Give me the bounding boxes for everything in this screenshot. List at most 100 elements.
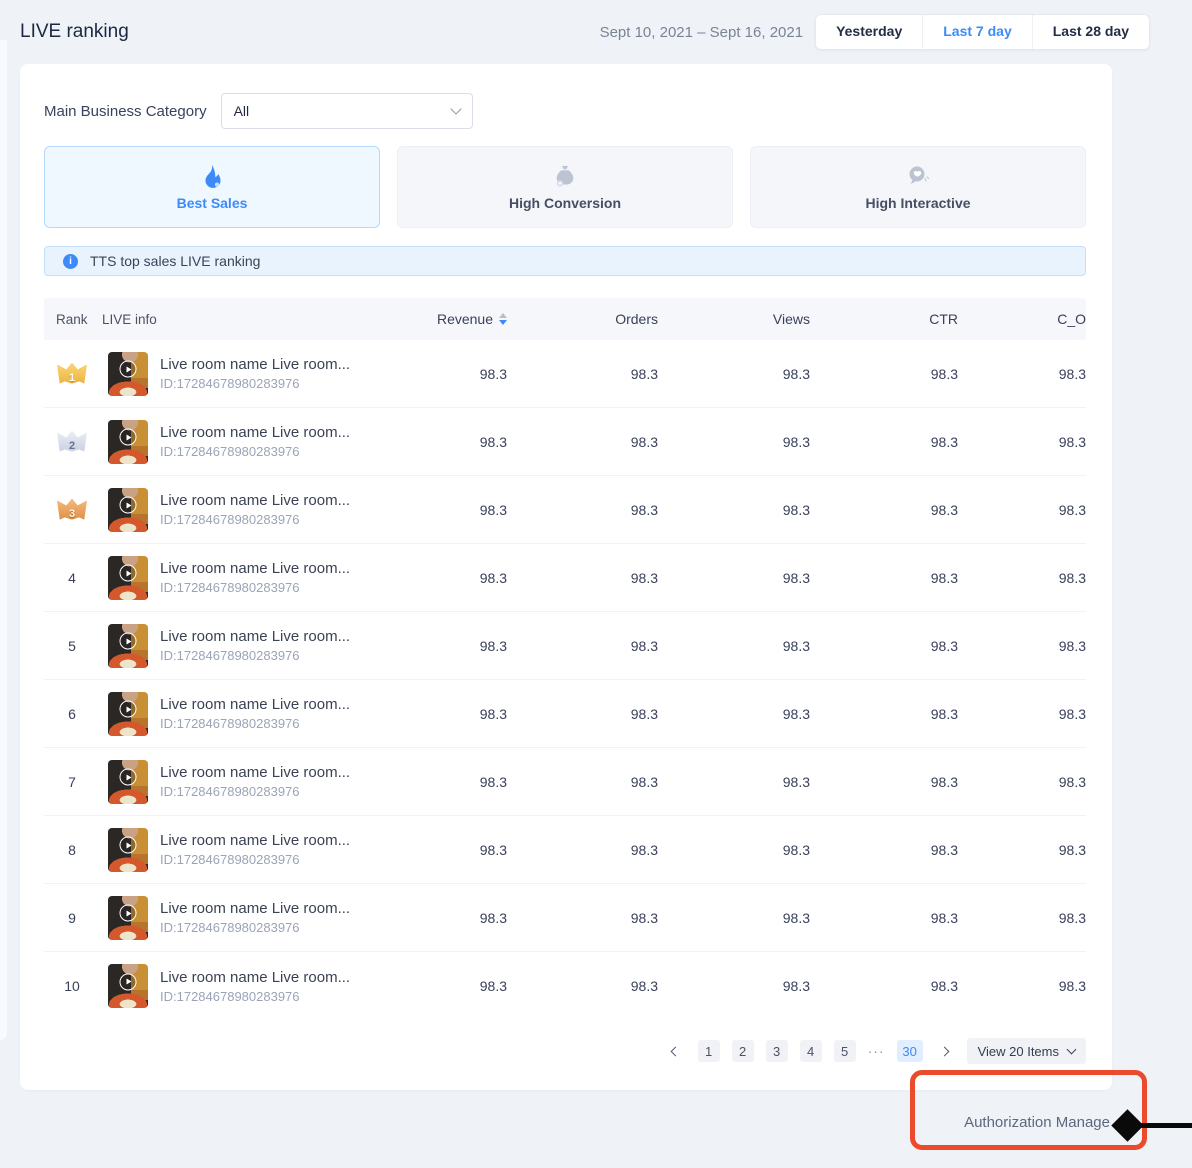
rank-number: 6 xyxy=(68,706,76,722)
play-icon xyxy=(120,769,137,786)
page-button-5[interactable]: 5 xyxy=(834,1040,856,1062)
live-room-id: ID:17284678980283976 xyxy=(160,989,350,1004)
range-button-yesterday[interactable]: Yesterday xyxy=(816,15,922,49)
page-button-4[interactable]: 4 xyxy=(800,1040,822,1062)
chevron-left-icon xyxy=(671,1046,681,1056)
category-select[interactable]: All xyxy=(221,93,473,129)
tab-high-interactive[interactable]: High Interactive xyxy=(750,146,1086,228)
live-thumbnail[interactable] xyxy=(108,556,148,600)
table-row[interactable]: 10 Live room name Live room... ID:172846… xyxy=(44,952,1086,1020)
footer: Authorization Manage xyxy=(0,1090,1192,1154)
c-o-value: 98.3 xyxy=(962,638,1086,654)
rank-number: 4 xyxy=(68,570,76,586)
table-row[interactable]: 4 Live room name Live room... ID:1728467… xyxy=(44,544,1086,612)
rank-medal: 7 xyxy=(56,769,88,795)
next-page-button[interactable] xyxy=(935,1040,955,1062)
play-icon xyxy=(120,429,137,446)
table-row[interactable]: 3 Live room name Live room... ID:1728467… xyxy=(44,476,1086,544)
views-value: 98.3 xyxy=(662,570,814,586)
live-room-id: ID:17284678980283976 xyxy=(160,444,350,459)
ranking-table: Rank LIVE info Revenue Orders Views CTR … xyxy=(44,298,1086,1020)
ctr-value: 98.3 xyxy=(814,910,962,926)
live-room-title[interactable]: Live room name Live room... xyxy=(160,696,350,713)
table-row[interactable]: 2 Live room name Live room... ID:1728467… xyxy=(44,408,1086,476)
live-room-title[interactable]: Live room name Live room... xyxy=(160,356,350,373)
live-thumbnail[interactable] xyxy=(108,420,148,464)
rank-number: 3 xyxy=(69,508,75,520)
live-room-title[interactable]: Live room name Live room... xyxy=(160,832,350,849)
live-thumbnail[interactable] xyxy=(108,964,148,1008)
live-thumbnail[interactable] xyxy=(108,352,148,396)
rank-number: 8 xyxy=(68,842,76,858)
pagination-ellipsis: ··· xyxy=(868,1043,885,1059)
rank-medal: 5 xyxy=(56,633,88,659)
live-room-title[interactable]: Live room name Live room... xyxy=(160,764,350,781)
range-button-last-28-day[interactable]: Last 28 day xyxy=(1032,15,1149,49)
live-room-id: ID:17284678980283976 xyxy=(160,512,350,527)
page-button-current[interactable]: 30 xyxy=(897,1040,923,1062)
column-header-orders: Orders xyxy=(511,311,662,327)
category-filter-label: Main Business Category xyxy=(44,103,207,120)
live-thumbnail[interactable] xyxy=(108,624,148,668)
tab-high-conversion[interactable]: High Conversion xyxy=(397,146,733,228)
live-room-title[interactable]: Live room name Live room... xyxy=(160,900,350,917)
live-thumbnail[interactable] xyxy=(108,896,148,940)
rank-number: 1 xyxy=(69,372,75,384)
sort-carets-icon[interactable] xyxy=(499,313,507,325)
page-size-select[interactable]: View 20 Items xyxy=(967,1038,1086,1064)
live-room-title[interactable]: Live room name Live room... xyxy=(160,560,350,577)
live-room-id: ID:17284678980283976 xyxy=(160,716,350,731)
table-row[interactable]: 8 Live room name Live room... ID:1728467… xyxy=(44,816,1086,884)
table-row[interactable]: 7 Live room name Live room... ID:1728467… xyxy=(44,748,1086,816)
rank-medal: 2 xyxy=(56,429,88,455)
rank-medal: 1 xyxy=(56,361,88,387)
live-thumbnail[interactable] xyxy=(108,760,148,804)
revenue-value: 98.3 xyxy=(420,434,511,450)
rank-medal: 3 xyxy=(56,497,88,523)
live-room-title[interactable]: Live room name Live room... xyxy=(160,628,350,645)
ctr-value: 98.3 xyxy=(814,434,962,450)
page-button-2[interactable]: 2 xyxy=(732,1040,754,1062)
rank-medal: 10 xyxy=(56,973,88,999)
play-icon xyxy=(120,361,137,378)
ctr-value: 98.3 xyxy=(814,842,962,858)
page-button-3[interactable]: 3 xyxy=(766,1040,788,1062)
ranking-card: Main Business Category All Best Sales Hi… xyxy=(20,64,1112,1090)
live-thumbnail[interactable] xyxy=(108,828,148,872)
live-thumbnail[interactable] xyxy=(108,488,148,532)
top-bar: LIVE ranking Sept 10, 2021 – Sept 16, 20… xyxy=(0,0,1192,50)
page-size-label: View 20 Items xyxy=(978,1044,1059,1059)
orders-value: 98.3 xyxy=(511,978,662,994)
live-room-id: ID:17284678980283976 xyxy=(160,920,350,935)
chevron-down-icon xyxy=(450,103,461,114)
authorization-manage-link[interactable]: Authorization Manage xyxy=(964,1114,1110,1131)
c-o-value: 98.3 xyxy=(962,774,1086,790)
views-value: 98.3 xyxy=(662,910,814,926)
table-row[interactable]: 5 Live room name Live room... ID:1728467… xyxy=(44,612,1086,680)
c-o-value: 98.3 xyxy=(962,502,1086,518)
orders-value: 98.3 xyxy=(511,502,662,518)
page-button-1[interactable]: 1 xyxy=(698,1040,720,1062)
live-room-title[interactable]: Live room name Live room... xyxy=(160,424,350,441)
date-range-button-group: Yesterday Last 7 day Last 28 day xyxy=(815,14,1150,50)
table-row[interactable]: 6 Live room name Live room... ID:1728467… xyxy=(44,680,1086,748)
table-row[interactable]: 1 Live room name Live room... ID:1728467… xyxy=(44,340,1086,408)
live-room-title[interactable]: Live room name Live room... xyxy=(160,492,350,509)
table-row[interactable]: 9 Live room name Live room... ID:1728467… xyxy=(44,884,1086,952)
ranking-type-tabs: Best Sales High Conversion High Interact… xyxy=(44,146,1086,228)
column-header-revenue[interactable]: Revenue xyxy=(420,311,511,327)
c-o-value: 98.3 xyxy=(962,434,1086,450)
live-room-title[interactable]: Live room name Live room... xyxy=(160,969,350,986)
orders-value: 98.3 xyxy=(511,910,662,926)
ctr-value: 98.3 xyxy=(814,706,962,722)
revenue-value: 98.3 xyxy=(420,706,511,722)
live-thumbnail[interactable] xyxy=(108,692,148,736)
previous-page-button[interactable] xyxy=(666,1040,686,1062)
page-number-list: 12345 xyxy=(698,1040,856,1062)
range-button-last-7-day[interactable]: Last 7 day xyxy=(922,15,1031,49)
views-value: 98.3 xyxy=(662,366,814,382)
views-value: 98.3 xyxy=(662,774,814,790)
category-select-value: All xyxy=(234,103,452,119)
tab-best-sales[interactable]: Best Sales xyxy=(44,146,380,228)
orders-value: 98.3 xyxy=(511,706,662,722)
